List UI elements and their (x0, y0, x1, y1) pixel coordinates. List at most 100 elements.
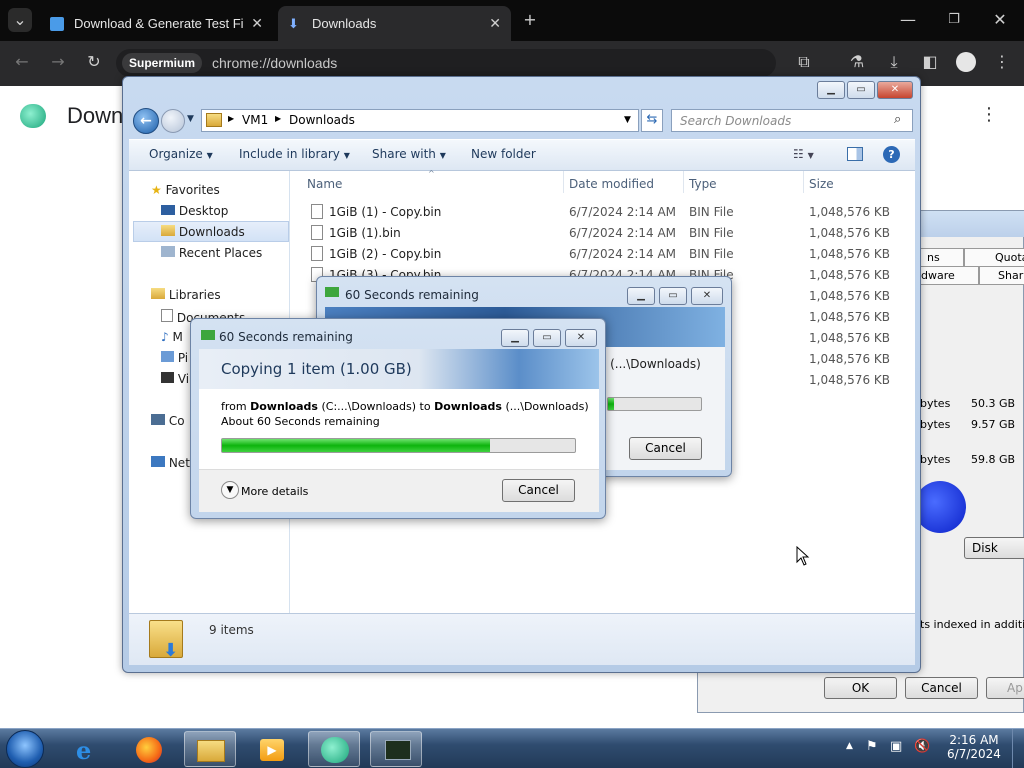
network-tray-icon[interactable]: ▣ (890, 739, 902, 754)
column-size[interactable]: Size (809, 177, 834, 191)
breadcrumb-sep-icon: ▶ (275, 114, 282, 123)
dialog-close-button[interactable]: ✕ (691, 287, 723, 305)
explorer-forward-icon[interactable] (161, 109, 185, 133)
dialog-close-button[interactable]: ✕ (565, 329, 597, 347)
refresh-icon[interactable]: ⇆ (641, 109, 663, 132)
nav-desktop[interactable]: Desktop (161, 204, 228, 218)
nav-recent-places[interactable]: Recent Places (161, 246, 262, 260)
nav-downloads[interactable]: Downloads (161, 225, 245, 239)
nav-libraries[interactable]: Libraries (151, 288, 221, 302)
tab-sharing[interactable]: Sharin (979, 266, 1024, 285)
copy-dialog-icon (325, 287, 339, 297)
apply-button[interactable]: Ap (986, 677, 1024, 699)
include-in-library-menu[interactable]: Include in library ▼ (239, 147, 350, 161)
page-menu-icon[interactable]: ⋮ (980, 104, 998, 125)
labs-icon[interactable]: ⚗ (845, 50, 869, 74)
more-details-link[interactable]: More details (241, 485, 308, 498)
forward-icon[interactable]: → (46, 50, 70, 74)
taskbar-ie[interactable]: e (64, 731, 116, 767)
action-center-flag-icon[interactable]: ⚑ (866, 739, 878, 754)
expand-chevron-icon[interactable]: ▼ (221, 481, 239, 499)
minimize-icon[interactable]: — (896, 8, 920, 32)
organize-menu[interactable]: Organize ▼ (149, 147, 213, 161)
nav-music[interactable]: ♪ M (161, 330, 183, 344)
search-input[interactable]: Search Downloads ⌕ (671, 109, 913, 132)
explorer-maximize-button[interactable]: ▭ (847, 81, 875, 99)
start-button-icon[interactable] (6, 730, 44, 768)
to-name[interactable]: Downloads (434, 400, 502, 413)
nav-network[interactable]: Net (151, 456, 190, 470)
profile-avatar-icon[interactable] (956, 52, 976, 72)
address-bar[interactable]: Supermium chrome://downloads (116, 49, 776, 77)
dialog-maximize-button[interactable]: ▭ (533, 329, 561, 347)
chevron-down-icon: ▼ (343, 151, 350, 160)
nav-favorites[interactable]: ★ Favorites (151, 183, 220, 197)
column-name[interactable]: Name (307, 177, 342, 191)
nav-pictures[interactable]: Pi (161, 351, 188, 365)
breadcrumb-vm1[interactable]: VM1 (242, 113, 268, 127)
help-icon[interactable]: ? (883, 146, 900, 163)
dialog-maximize-button[interactable]: ▭ (659, 287, 687, 305)
reload-icon[interactable]: ↻ (82, 50, 106, 74)
extensions-icon[interactable]: ⧉ (792, 50, 816, 74)
back-progress-bar (607, 397, 702, 411)
taskbar-explorer[interactable] (184, 731, 236, 767)
page-favicon-icon (50, 16, 64, 31)
computer-icon (151, 414, 165, 425)
from-name[interactable]: Downloads (250, 400, 318, 413)
restore-icon[interactable]: ❐ (942, 8, 966, 32)
side-panel-icon[interactable]: ◧ (918, 50, 942, 74)
column-divider (563, 171, 564, 193)
copy-cancel-button[interactable]: Cancel (502, 479, 575, 502)
dialog-minimize-button[interactable]: ▁ (501, 329, 529, 347)
menu-kebab-icon[interactable]: ⋮ (990, 50, 1014, 74)
ok-button[interactable]: OK (824, 677, 897, 699)
firefox-icon (136, 737, 162, 763)
view-options-icon[interactable]: ☷ ▼ (793, 147, 814, 161)
properties-cancel-button[interactable]: Cancel (905, 677, 978, 699)
address-dropdown-icon[interactable]: ▼ (624, 115, 631, 125)
breadcrumb-downloads[interactable]: Downloads (289, 113, 355, 127)
index-text: ts indexed in addition (920, 618, 1024, 631)
show-hidden-icons[interactable]: ▲ (846, 741, 853, 751)
share-with-menu[interactable]: Share with ▼ (372, 147, 446, 161)
taskbar-firefox[interactable] (124, 731, 176, 767)
disk-cleanup-button[interactable]: Disk Clean (964, 537, 1024, 559)
back-icon[interactable]: ← (10, 50, 34, 74)
back-cancel-button[interactable]: Cancel (629, 437, 702, 460)
nav-videos[interactable]: Vi (161, 372, 189, 386)
file-size: 1,048,576 KB (809, 352, 890, 366)
column-date-modified[interactable]: Date modified (569, 177, 654, 191)
recent-pages-icon[interactable]: ▼ (187, 114, 194, 124)
tab-quota[interactable]: Quota (964, 248, 1024, 267)
explorer-back-icon[interactable]: ← (133, 108, 159, 134)
new-folder-button[interactable]: New folder (471, 147, 536, 161)
show-desktop-button[interactable] (1012, 729, 1024, 768)
tab-downloads[interactable]: ⬇ Downloads ✕ (278, 6, 511, 41)
close-tab-icon[interactable]: ✕ (489, 15, 501, 32)
file-date: 6/7/2024 2:14 AM (569, 205, 677, 219)
tab-search-icon[interactable]: ⌄ (8, 8, 32, 32)
dialog-minimize-button[interactable]: ▁ (627, 287, 655, 305)
taskbar-media-player[interactable]: ▶ (246, 731, 298, 767)
taskbar-task-manager[interactable] (370, 731, 422, 767)
volume-muted-icon[interactable]: 🔇 (914, 739, 930, 754)
nav-computer[interactable]: Co (151, 414, 185, 428)
mouse-cursor-icon (796, 546, 810, 566)
close-window-icon[interactable]: ✕ (988, 8, 1012, 32)
explorer-close-button[interactable]: ✕ (877, 81, 913, 99)
preview-pane-icon[interactable] (847, 147, 863, 161)
column-type[interactable]: Type (689, 177, 717, 191)
close-tab-icon[interactable]: ✕ (251, 15, 263, 32)
copy-heading: Copying 1 item (1.00 GB) (221, 360, 412, 378)
taskbar-supermium[interactable] (308, 731, 360, 767)
copy-dialog-icon (201, 330, 215, 340)
file-type: BIN File (689, 247, 734, 261)
clock[interactable]: 2:16 AM 6/7/2024 (944, 733, 1004, 761)
downloads-icon[interactable]: ⤓ (882, 50, 906, 74)
breadcrumb-bar[interactable]: ▶ VM1 ▶ Downloads ▼ (201, 109, 639, 132)
tab-properties-ns[interactable]: ns (916, 248, 964, 267)
new-tab-icon[interactable]: + (518, 8, 542, 32)
explorer-minimize-button[interactable]: ▁ (817, 81, 845, 99)
tab-download-generate[interactable]: Download & Generate Test File ✕ (40, 6, 273, 41)
